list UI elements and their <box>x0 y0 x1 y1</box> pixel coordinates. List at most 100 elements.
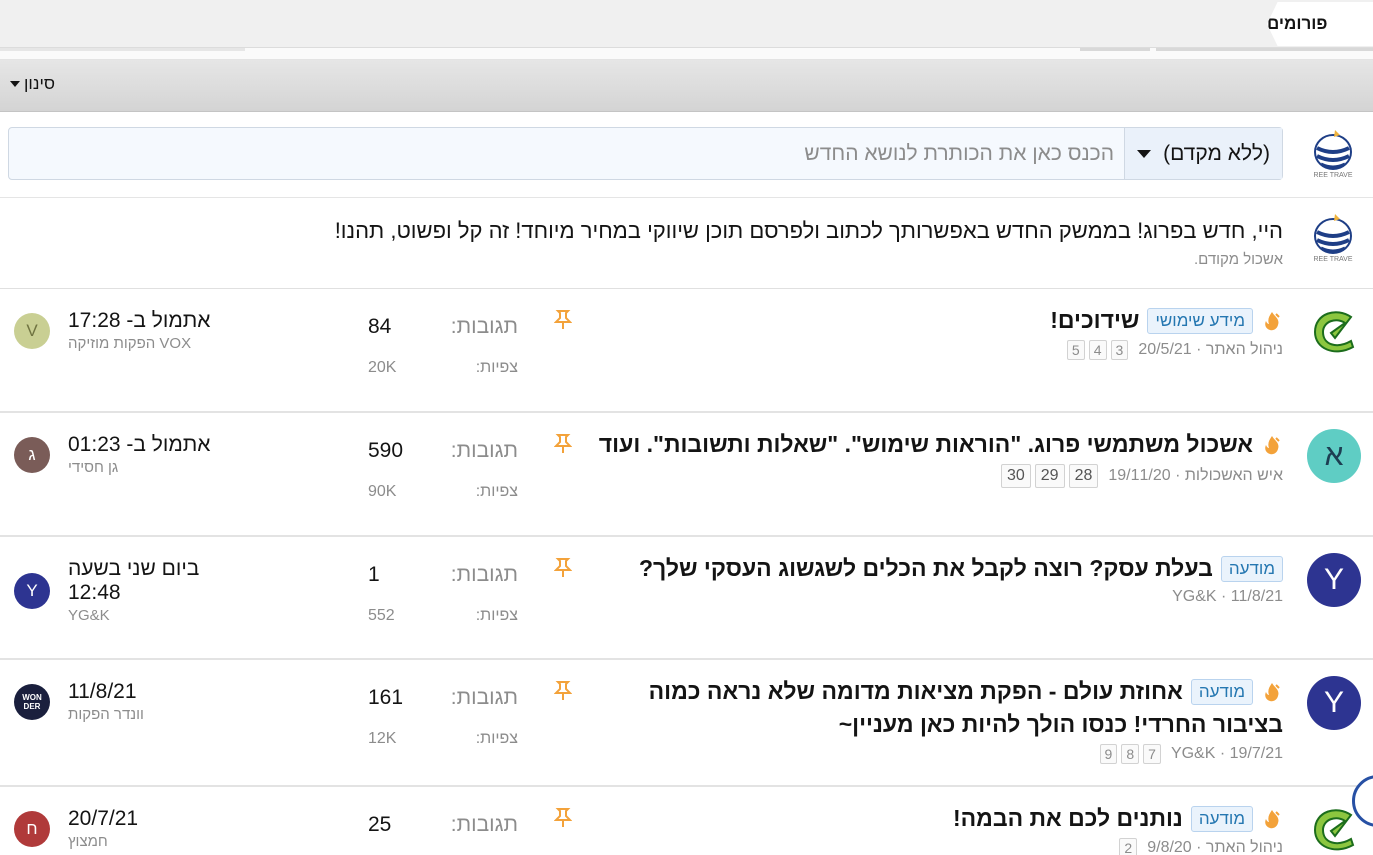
thread-title[interactable]: נותנים לכם את הבמה! <box>953 805 1183 832</box>
thread-prefix-tag[interactable]: מידע שימושי <box>1147 307 1253 334</box>
last-post-time[interactable]: 20/7/21 <box>68 807 138 831</box>
views-stat: צפיות: 12K <box>368 730 518 748</box>
thread-meta: YG&K · 11/8/21 <box>639 588 1283 606</box>
thread-title-continued[interactable]: בציבור החרדי! כנסו הולך להיות כאן מעניין… <box>649 711 1283 738</box>
thread-prefix-tag[interactable]: מודעה <box>1190 805 1253 832</box>
thread-page-link[interactable]: 28 <box>1068 464 1099 488</box>
last-poster-avatar[interactable]: ח <box>14 810 50 847</box>
last-poster-avatar[interactable]: ג <box>14 436 50 473</box>
hot-thread-icon <box>1265 682 1280 701</box>
replies-label: תגובות: <box>450 315 518 338</box>
last-post-time[interactable]: אתמול ב- 17:28 <box>68 309 211 333</box>
thread-title[interactable]: אשכול משתמשי פרוג. "הוראות שימוש". "שאלו… <box>599 431 1253 458</box>
thread-page-link[interactable]: 4 <box>1088 340 1107 360</box>
replies-count: 161 <box>368 686 404 709</box>
last-poster-name[interactable]: VOX הפקות מוזיקה <box>68 335 211 352</box>
thread-main: אשכול משתמשי פרוג. "הוראות שימוש". "שאלו… <box>599 431 1283 488</box>
thread-page-link[interactable]: 7 <box>1143 744 1161 764</box>
forum-logo-icon <box>1313 809 1355 851</box>
nav-stub <box>1080 48 1150 51</box>
replies-label: תגובות: <box>450 563 518 586</box>
svg-text:REE TRAVE: REE TRAVE <box>1313 172 1352 178</box>
replies-stat: תגובות: 161 <box>368 686 518 710</box>
views-label: צפיות: <box>475 607 518 624</box>
thread-row[interactable]: מודעה נותנים לכם את הבמה! ניהול האתר · 9/8… <box>0 787 1373 855</box>
user-avatar: REE TRAVE <box>1307 126 1359 183</box>
thread-author-date[interactable]: YG&K · 19/7/21 <box>1171 745 1283 763</box>
thread-stats: תגובות: 1 צפיות: 552 <box>368 563 518 625</box>
last-post-info: 11/8/21 וונדר הפקות <box>68 680 144 723</box>
thread-author-avatar[interactable]: Y <box>1307 553 1361 607</box>
thread-author-date[interactable]: YG&K · 11/8/21 <box>1172 588 1283 606</box>
last-post: WON DER 11/8/21 וונדר הפקות <box>14 680 244 723</box>
svg-text:REE TRAVE: REE TRAVE <box>1313 256 1352 262</box>
chevron-down-icon <box>1137 149 1151 158</box>
thread-page-link[interactable]: 9 <box>1099 744 1118 764</box>
thread-author-avatar[interactable]: Y <box>1307 676 1361 730</box>
thread-row[interactable]: א אשכול משתמשי פרוג. "הוראות שימוש". "שאל… <box>0 413 1373 537</box>
tab-forums[interactable]: פורומים <box>1267 2 1373 46</box>
thread-main: מידע שימושי שידוכים! ניהול האתר · 20/5/21 3… <box>1050 307 1283 360</box>
thread-title[interactable]: בעלת עסק? רוצה לקבל את הכלים לשגשוג העסק… <box>639 555 1213 582</box>
thread-meta: איש האשכולות · 19/11/20 28 29 30 <box>599 464 1283 488</box>
thread-main: מודעה נותנים לכם את הבמה! ניהול האתר · 9/8… <box>953 805 1283 855</box>
thread-page-link[interactable]: 30 <box>1000 464 1031 488</box>
nav-stub <box>1156 48 1373 51</box>
last-post-time[interactable]: ביום שני בשעה 12:48 <box>68 557 244 605</box>
prefix-select[interactable]: (ללא מקדם) <box>1124 128 1282 179</box>
nav-stub <box>0 48 245 51</box>
last-poster-avatar[interactable]: V <box>14 312 50 349</box>
thread-title-line: מודעה אחוזת עולם - הפקת מציאות מדומה שלא … <box>649 678 1283 705</box>
thread-row[interactable]: Y מודעה אחוזת עולם - הפקת מציאות מדומה שלא… <box>0 660 1373 787</box>
last-poster-avatar[interactable]: WON DER <box>14 683 50 720</box>
thread-page-link[interactable]: 29 <box>1034 464 1065 488</box>
last-post-info: 20/7/21 חמצוץ <box>68 807 138 850</box>
thread-author-avatar[interactable]: א <box>1307 429 1361 483</box>
last-poster-name[interactable]: גן חסידי <box>68 459 211 476</box>
replies-count: 25 <box>368 813 392 836</box>
last-poster-avatar[interactable]: Y <box>14 572 50 609</box>
chevron-down-icon <box>10 81 20 87</box>
thread-prefix-tag[interactable]: מודעה <box>1190 678 1253 705</box>
views-count: 20K <box>368 359 397 376</box>
replies-stat: תגובות: 25 <box>368 813 518 837</box>
filter-button[interactable]: סינון <box>10 74 55 94</box>
thread-author-date[interactable]: ניהול האתר · 9/8/20 <box>1147 839 1283 855</box>
pin-icon <box>553 309 573 331</box>
thread-page-link[interactable]: 5 <box>1066 340 1085 360</box>
thread-stats: תגובות: 84 צפיות: 20K <box>368 315 518 377</box>
thread-meta: ניהול האתר · 9/8/20 2 <box>953 838 1283 855</box>
views-label: צפיות: <box>475 483 518 500</box>
thread-author-date[interactable]: איש האשכולות · 19/11/20 <box>1108 467 1283 485</box>
promoted-notice: REE TRAVE היי, חדש בפרוג! בממשק החדש באפ… <box>0 198 1373 289</box>
thread-row[interactable]: מידע שימושי שידוכים! ניהול האתר · 20/5/21 3… <box>0 289 1373 413</box>
hot-thread-icon <box>1265 809 1280 828</box>
thread-row[interactable]: Y מודעה בעלת עסק? רוצה לקבל את הכלים לשגשו… <box>0 537 1373 660</box>
thread-title[interactable]: שידוכים! <box>1050 307 1139 334</box>
views-label: צפיות: <box>475 359 518 376</box>
last-post-info: ביום שני בשעה 12:48 YG&K <box>68 557 244 624</box>
notice-message[interactable]: היי, חדש בפרוג! בממשק החדש באפשרותך לכתו… <box>335 218 1283 244</box>
thread-title-line: מידע שימושי שידוכים! <box>1050 307 1283 334</box>
thread-prefix-tag[interactable]: מודעה <box>1220 555 1283 582</box>
thread-page-link[interactable]: 2 <box>1119 838 1138 855</box>
last-post-time[interactable]: אתמול ב- 01:23 <box>68 433 211 457</box>
last-poster-name[interactable]: חמצוץ <box>68 833 138 850</box>
last-poster-name[interactable]: וונדר הפקות <box>68 706 144 723</box>
thread-author-avatar[interactable] <box>1307 803 1361 855</box>
thread-page-link[interactable]: 8 <box>1121 744 1140 764</box>
thread-author-date[interactable]: ניהול האתר · 20/5/21 <box>1138 341 1283 359</box>
thread-author-avatar[interactable] <box>1307 305 1361 359</box>
replies-stat: תגובות: 1 <box>368 563 518 587</box>
top-tab-strip: פורומים <box>0 0 1373 48</box>
replies-stat: תגובות: 84 <box>368 315 518 339</box>
thread-title[interactable]: אחוזת עולם - הפקת מציאות מדומה שלא נראה … <box>649 678 1183 705</box>
last-post-time[interactable]: 11/8/21 <box>68 680 144 704</box>
last-post-info: אתמול ב- 17:28 VOX הפקות מוזיקה <box>68 309 211 352</box>
thread-title-input[interactable] <box>9 128 1124 179</box>
new-thread-row: REE TRAVE (ללא מקדם) <box>0 112 1373 198</box>
replies-stat: תגובות: 590 <box>368 439 518 463</box>
last-poster-name[interactable]: YG&K <box>68 607 244 624</box>
thread-page-link[interactable]: 3 <box>1110 340 1129 360</box>
replies-label: תגובות: <box>450 439 518 462</box>
